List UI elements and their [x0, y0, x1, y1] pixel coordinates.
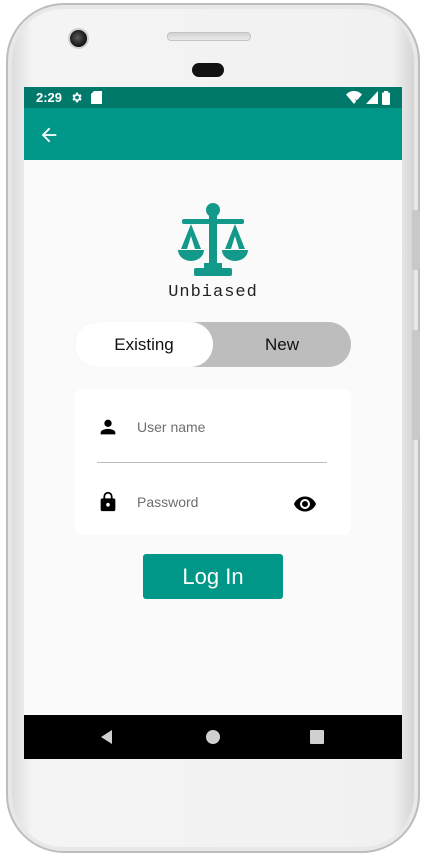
- lock-icon: [100, 491, 116, 512]
- volume-button: [412, 210, 420, 270]
- password-input[interactable]: [135, 489, 279, 515]
- username-input[interactable]: [135, 414, 319, 440]
- wifi-icon: x: [346, 91, 362, 104]
- status-bar: 2:29 x: [24, 87, 402, 108]
- login-button[interactable]: Log In: [143, 554, 283, 599]
- person-icon: [100, 419, 116, 435]
- home-circle-icon[interactable]: [203, 727, 223, 747]
- front-camera: [68, 28, 89, 49]
- field-divider: [97, 462, 327, 463]
- navigation-bar: [24, 715, 402, 759]
- gear-icon: [72, 92, 82, 103]
- back-triangle-icon[interactable]: [97, 727, 117, 747]
- power-button: [412, 330, 420, 440]
- signal-icon: [366, 91, 378, 104]
- tab-new[interactable]: New: [213, 322, 351, 367]
- tab-existing[interactable]: Existing: [75, 322, 213, 367]
- sd-card-icon: [91, 91, 103, 104]
- screen: 2:29 x Unbiased Existing New User name L…: [24, 87, 402, 759]
- eye-icon[interactable]: [293, 492, 317, 516]
- login-form-card: [75, 389, 351, 535]
- app-bar: [24, 108, 402, 160]
- arrow-back-icon[interactable]: [38, 124, 60, 146]
- recents-square-icon[interactable]: [307, 727, 327, 747]
- earpiece: [192, 63, 224, 77]
- app-name: Unbiased: [168, 283, 258, 302]
- status-time: 2:29: [36, 90, 63, 105]
- speaker-grille: [167, 32, 251, 41]
- svg-text:x: x: [355, 99, 359, 104]
- scales-of-justice-icon: [178, 203, 248, 276]
- battery-icon: [382, 90, 390, 105]
- login-mode-toggle: Existing New: [75, 322, 351, 367]
